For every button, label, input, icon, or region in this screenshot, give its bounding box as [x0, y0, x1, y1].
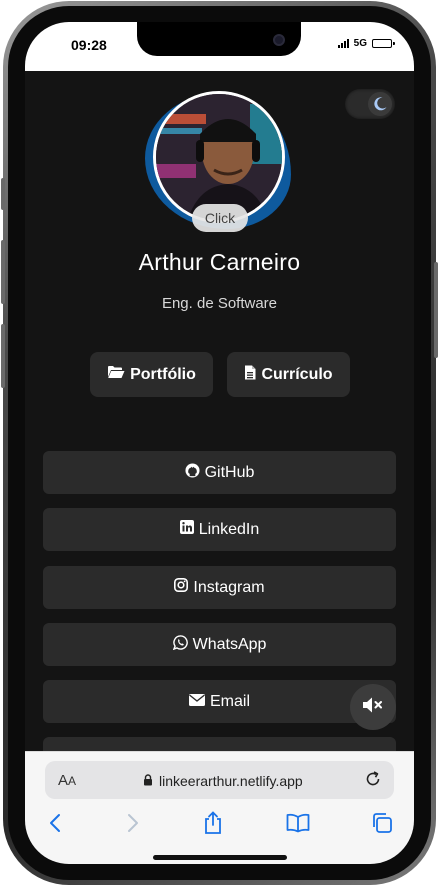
instagram-icon: [174, 578, 189, 597]
link-email[interactable]: Email: [43, 680, 396, 723]
link-github[interactable]: GitHub: [43, 451, 396, 494]
envelope-icon: [188, 693, 205, 711]
tabs-icon[interactable]: [369, 810, 395, 836]
link-github-label: GitHub: [204, 463, 255, 481]
url-display[interactable]: linkeerarthur.netlify.app: [143, 773, 303, 789]
link-instagram-label: Instagram: [193, 578, 265, 596]
resume-button-label: Currículo: [261, 365, 333, 383]
status-time: 09:28: [71, 37, 107, 53]
battery-icon: [372, 39, 395, 48]
avatar-click-button[interactable]: Click: [192, 204, 248, 232]
folder-open-icon: [107, 365, 125, 384]
phone-screen: 09:28 5G Click Arthur Carneiro Eng. de S…: [25, 22, 414, 864]
github-icon: [185, 462, 200, 483]
back-icon[interactable]: [42, 810, 68, 836]
lock-icon: [143, 773, 153, 789]
whatsapp-icon: [172, 634, 188, 655]
address-bar[interactable]: AA linkeerarthur.netlify.app: [45, 761, 394, 799]
text-size-large-glyph: A: [58, 772, 69, 789]
volume-down-button: [1, 324, 5, 388]
bookmarks-icon[interactable]: [285, 810, 311, 836]
text-size-small-glyph: A: [68, 774, 77, 788]
moon-icon: [368, 92, 392, 116]
link-linkedin-label: LinkedIn: [198, 520, 260, 538]
camera-icon: [273, 34, 285, 46]
link-whatsapp-label: WhatsApp: [192, 635, 267, 653]
browser-nav-row: [25, 810, 414, 840]
dynamic-island: [137, 22, 301, 56]
volume-up-button: [1, 240, 5, 304]
text-size-button[interactable]: AA: [58, 772, 76, 789]
resume-button[interactable]: Currículo: [227, 352, 350, 397]
power-button: [434, 262, 438, 358]
linkedin-icon: [179, 520, 194, 539]
signal-icon: [337, 39, 349, 48]
portfolio-button[interactable]: Portfólio: [90, 352, 213, 397]
profile-role: Eng. de Software: [161, 295, 278, 312]
status-bar: 09:28 5G: [25, 22, 414, 71]
reload-icon[interactable]: [364, 770, 382, 793]
browser-toolbar: AA linkeerarthur.netlify.app: [25, 751, 414, 864]
forward-icon[interactable]: [120, 810, 146, 836]
link-email-label: Email: [209, 692, 250, 710]
theme-toggle[interactable]: [345, 89, 395, 119]
home-indicator: [153, 855, 287, 860]
share-icon[interactable]: [200, 810, 226, 836]
speaker-muted-icon: [362, 696, 384, 719]
action-button: [1, 178, 5, 210]
status-indicators: 5G: [337, 38, 395, 49]
network-type: 5G: [353, 38, 367, 49]
file-icon: [244, 365, 256, 385]
link-whatsapp[interactable]: WhatsApp: [43, 623, 396, 666]
profile-name: Arthur Carneiro: [138, 249, 301, 275]
portfolio-button-label: Portfólio: [130, 365, 196, 383]
mute-button[interactable]: [350, 684, 396, 730]
link-instagram[interactable]: Instagram: [43, 566, 396, 609]
page-content: Click Arthur Carneiro Eng. de Software P…: [25, 71, 414, 780]
url-text: linkeerarthur.netlify.app: [159, 773, 303, 789]
link-linkedin[interactable]: LinkedIn: [43, 508, 396, 551]
